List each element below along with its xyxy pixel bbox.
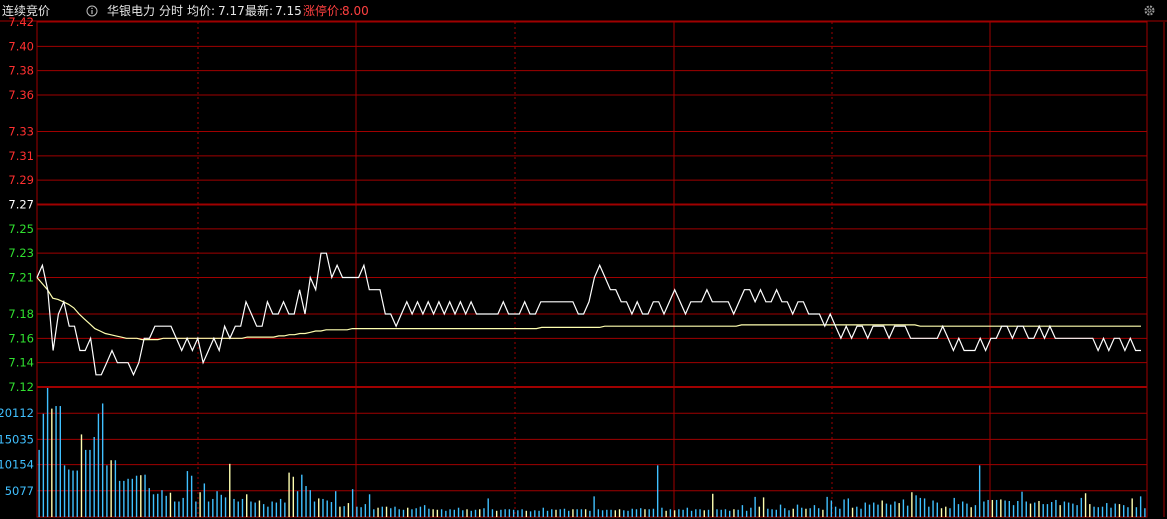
volume-tick-label: 20112: [0, 406, 34, 420]
price-tick-label: 7.18: [8, 307, 34, 321]
volume-tick-label: 5077: [5, 484, 34, 498]
volume-tick-label: 15035: [0, 432, 34, 446]
plot-frame: [36, 21, 1148, 518]
price-tick-label: 7.21: [8, 271, 34, 285]
volume-tick-label: 10154: [0, 458, 34, 472]
intraday-chart[interactable]: 7.42 7.40 7.38 7.36 7.33 7.31 7.29 7.27 7.25 7.23…: [0, 0, 1167, 519]
price-tick-label: 7.33: [8, 125, 34, 139]
price-tick-label: 7.25: [8, 222, 34, 236]
price-tick-label: 7.27: [8, 198, 34, 212]
price-tick-label: 7.38: [8, 64, 34, 78]
price-tick-label: 7.16: [8, 331, 34, 345]
price-tick-label: 7.40: [8, 39, 34, 53]
price-tick-label: 7.42: [8, 15, 34, 29]
price-tick-label: 7.29: [8, 173, 34, 187]
price-tick-label: 7.14: [8, 356, 34, 370]
price-tick-label: 7.12: [8, 380, 34, 394]
price-tick-label: 7.31: [8, 149, 34, 163]
price-tick-label: 7.23: [8, 246, 34, 260]
average-price-line: [36, 277, 1141, 341]
price-tick-label: 7.36: [8, 88, 34, 102]
